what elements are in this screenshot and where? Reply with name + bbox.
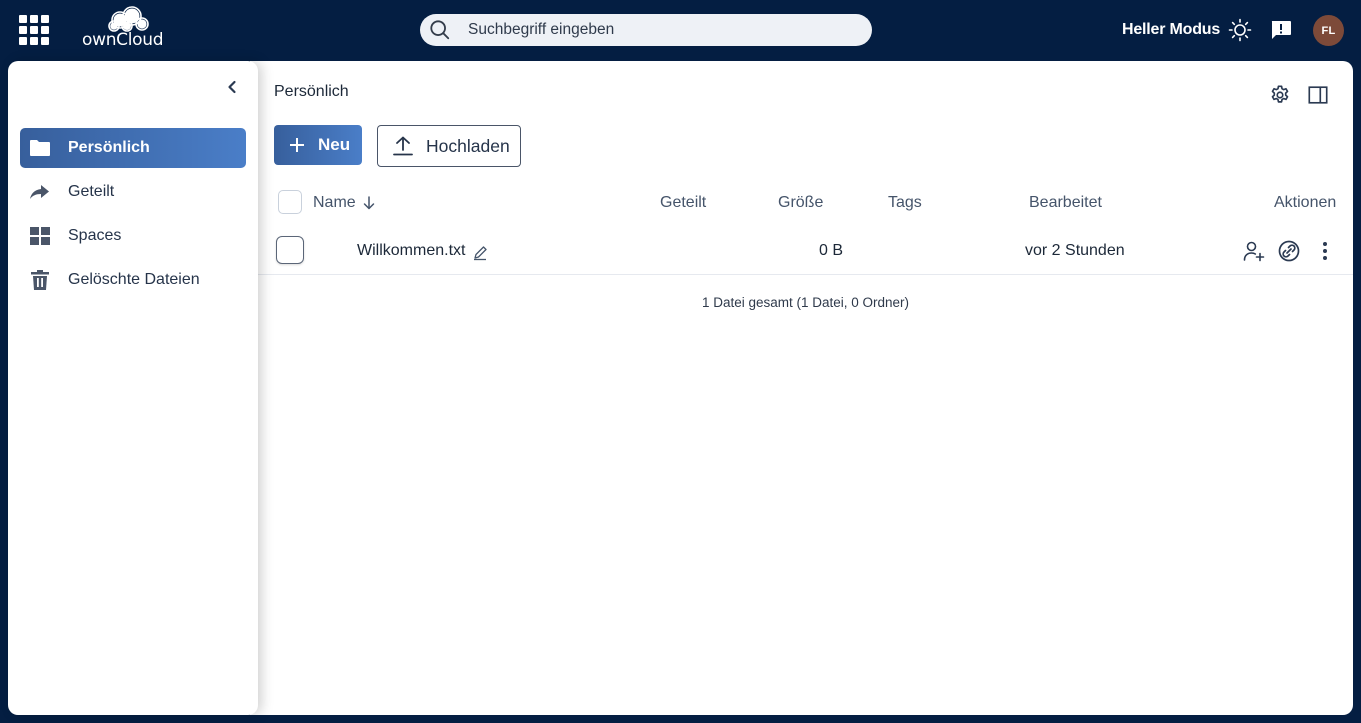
- more-options-icon[interactable]: [1313, 239, 1337, 263]
- column-header-actions: Aktionen: [1274, 194, 1337, 211]
- sidebar-item-label: Spaces: [68, 227, 122, 244]
- sidebar: Persönlich Geteilt Spaces Gelöschte Date…: [8, 61, 258, 715]
- sidebar-item-personal[interactable]: Persönlich: [20, 128, 246, 168]
- upload-button[interactable]: Hochladen: [377, 125, 521, 167]
- new-button[interactable]: Neu: [274, 125, 362, 165]
- theme-toggle-label: Heller Modus: [1122, 21, 1221, 38]
- feedback-icon[interactable]: [1269, 18, 1293, 42]
- cloud-logo-icon: [108, 6, 149, 32]
- upload-icon: [393, 136, 413, 156]
- spaces-grid-icon: [30, 227, 50, 245]
- select-all-checkbox[interactable]: [278, 190, 302, 214]
- trash-icon: [31, 270, 49, 290]
- folder-icon: [30, 140, 50, 156]
- sun-icon: [1228, 18, 1252, 42]
- file-name[interactable]: Willkommen.txt: [357, 242, 465, 260]
- sort-down-arrow-icon[interactable]: [361, 195, 377, 211]
- collapse-sidebar-icon[interactable]: [222, 77, 242, 97]
- pencil-icon[interactable]: [472, 245, 488, 261]
- column-header-modified[interactable]: Bearbeitet: [1029, 194, 1102, 212]
- search-bar[interactable]: [420, 14, 872, 46]
- file-size: 0 B: [819, 242, 844, 259]
- column-header-tags: Tags: [888, 194, 922, 211]
- upload-button-label: Hochladen: [426, 135, 510, 156]
- sidebar-item-label: Geteilt: [68, 183, 115, 200]
- sidebar-item-trash[interactable]: Gelöschte Dateien: [20, 260, 246, 300]
- column-header-size[interactable]: Größe: [778, 194, 823, 212]
- brand-name: ownCloud: [82, 30, 164, 50]
- column-header-shared[interactable]: Geteilt: [660, 194, 706, 212]
- file-count-summary: 1 Datei gesamt (1 Datei, 0 Ordner): [701, 295, 910, 310]
- main-content: Persönlich Neu Hochladen Name Geteilt Gr…: [250, 61, 1353, 715]
- add-share-user-icon[interactable]: [1242, 239, 1266, 263]
- new-button-label: Neu: [318, 135, 351, 154]
- link-icon[interactable]: [1277, 239, 1301, 263]
- search-input[interactable]: [468, 18, 858, 42]
- gear-icon[interactable]: [1269, 84, 1291, 106]
- plus-icon: [290, 138, 304, 152]
- sidebar-item-label: Gelöschte Dateien: [68, 271, 200, 288]
- column-header-name[interactable]: Name: [313, 194, 356, 212]
- owncloud-logo[interactable]: ownCloud: [80, 6, 172, 52]
- row-divider: [258, 274, 1353, 275]
- sidebar-item-shared[interactable]: Geteilt: [20, 172, 246, 212]
- sidebar-nav: Persönlich Geteilt Spaces Gelöschte Date…: [20, 128, 246, 304]
- sidebar-panel-toggle-icon[interactable]: [1307, 84, 1329, 106]
- app-switcher-icon[interactable]: [19, 15, 49, 45]
- search-icon[interactable]: [429, 19, 451, 41]
- avatar[interactable]: FL: [1313, 15, 1344, 46]
- breadcrumb[interactable]: Persönlich: [274, 83, 349, 101]
- share-arrow-icon: [30, 185, 49, 199]
- file-modified: vor 2 Stunden: [1025, 242, 1125, 259]
- sidebar-item-label: Persönlich: [68, 139, 150, 156]
- top-bar: ownCloud Heller Modus FL: [0, 0, 1361, 60]
- sidebar-item-spaces[interactable]: Spaces: [20, 216, 246, 256]
- theme-toggle-button[interactable]: Heller Modus: [1122, 17, 1252, 43]
- row-checkbox[interactable]: [276, 236, 304, 264]
